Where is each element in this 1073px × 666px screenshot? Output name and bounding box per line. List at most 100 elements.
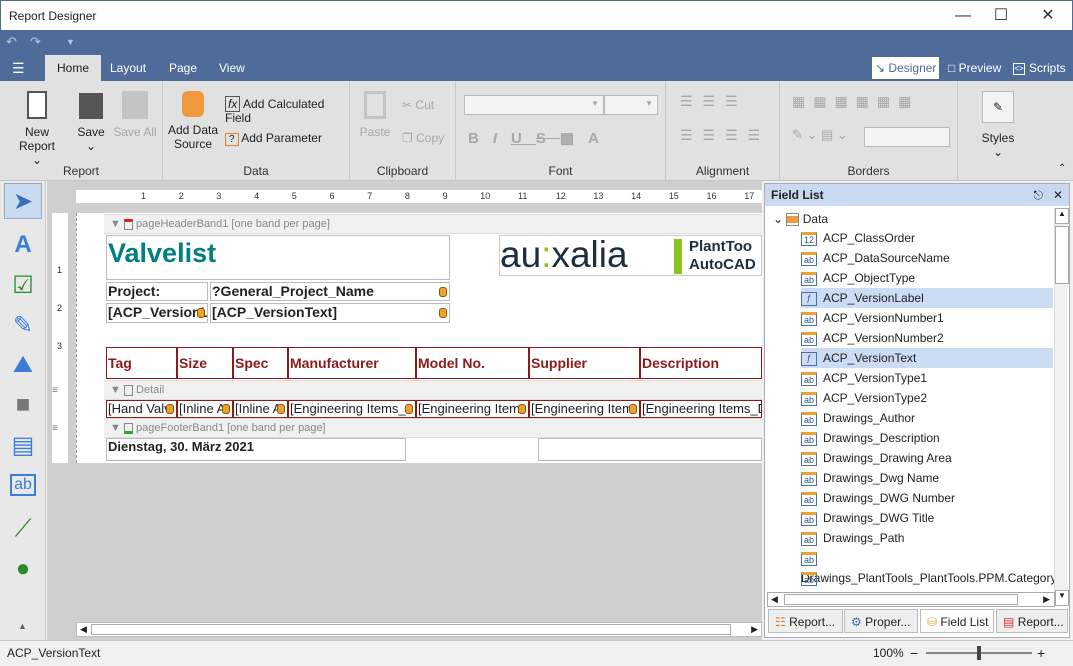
scroll-right-icon[interactable]: ▶: [1043, 594, 1050, 605]
picture-tool[interactable]: ⛰: [4, 347, 42, 383]
close-panel-icon[interactable]: ✕: [1053, 184, 1063, 206]
field-list-item[interactable]: 12 ACP_ClassOrder: [801, 228, 1053, 248]
redo-icon[interactable]: ↷: [30, 34, 41, 50]
save-button[interactable]: Save ⌄: [74, 91, 108, 153]
detail-cell[interactable]: [Engineering Items_D: [640, 400, 762, 418]
scroll-down-icon[interactable]: ▼: [1055, 590, 1069, 606]
border-color-icon[interactable]: ✎ ⌄ ▤ ⌄: [792, 127, 848, 143]
field-list-item[interactable]: ab Drawings_DWG Title: [801, 508, 1053, 528]
strikethrough-icon[interactable]: S: [536, 130, 560, 147]
scroll-thumb[interactable]: [784, 594, 1018, 605]
scroll-left-icon[interactable]: ◀: [80, 624, 87, 635]
underline-icon[interactable]: U: [511, 130, 536, 147]
field-list-item[interactable]: ab Drawings_DWG Number: [801, 488, 1053, 508]
vertical-scrollbar[interactable]: ▲ ▼: [1054, 208, 1069, 606]
richtext-tool[interactable]: ✎: [4, 307, 42, 343]
scripts-view-button[interactable]: <> Scripts: [1010, 57, 1069, 79]
label-tool[interactable]: A: [4, 227, 42, 263]
border-width-select[interactable]: [864, 127, 950, 147]
logo[interactable]: au:xalia PlantToo AutoCAD: [499, 235, 762, 276]
detail-cell[interactable]: [Hand Valv: [106, 400, 177, 418]
field-list-item[interactable]: ab Drawings_Dwg Name: [801, 468, 1053, 488]
scroll-left-icon[interactable]: ◀: [771, 594, 778, 605]
expand-icon[interactable]: ▼: [110, 384, 121, 396]
detail-cell[interactable]: [Engineering Items_: [288, 400, 416, 418]
column-header[interactable]: Tag: [106, 347, 177, 379]
scroll-thumb[interactable]: [91, 624, 731, 635]
collapse-ribbon-icon[interactable]: ⌃: [1058, 163, 1066, 174]
band-handle-icon[interactable]: ≡: [52, 423, 58, 434]
field-list-hscrollbar[interactable]: ◀ ▶: [767, 592, 1055, 607]
scroll-up-icon[interactable]: ▲: [1055, 208, 1069, 224]
font-name-select[interactable]: ▼: [464, 95, 604, 115]
version-text-field[interactable]: [ACP_VersionText]: [210, 303, 450, 323]
chevron-down-icon[interactable]: ⌄: [773, 212, 783, 226]
field-list-item[interactable]: ab ACP_DataSourceName: [801, 248, 1053, 268]
zoom-out-button[interactable]: −: [910, 641, 918, 665]
column-header[interactable]: Description: [640, 347, 762, 379]
add-data-source-button[interactable]: Add Data Source: [167, 91, 219, 151]
expand-icon[interactable]: ▼: [110, 422, 121, 434]
undo-icon[interactable]: ↶: [6, 34, 17, 50]
font-size-select[interactable]: ▼: [604, 95, 658, 115]
copy-button[interactable]: ❐ Copy: [402, 131, 444, 145]
save-all-button[interactable]: Save All: [112, 91, 158, 139]
detail-cell[interactable]: [Inline A: [177, 400, 233, 418]
detail-cell[interactable]: [Engineering Item: [416, 400, 529, 418]
column-header[interactable]: Model No.: [416, 347, 529, 379]
field-list-item[interactable]: ab Drawings_Path: [801, 528, 1053, 548]
field-list-item[interactable]: ab Drawings_Drawing Area: [801, 448, 1053, 468]
detail-cell[interactable]: [Inline A: [233, 400, 288, 418]
field-list-item[interactable]: ab ACP_VersionType2: [801, 388, 1053, 408]
bold-icon[interactable]: B: [468, 130, 493, 147]
scroll-right-icon[interactable]: ▶: [751, 624, 758, 635]
character-comb-tool[interactable]: ab: [4, 467, 42, 503]
new-report-button[interactable]: New Report ⌄: [6, 91, 68, 167]
field-list-item[interactable]: abDrawings_PlantTools_PlantTools.PPM.Cat…: [801, 548, 1056, 585]
field-list-item[interactable]: ab ACP_ObjectType: [801, 268, 1053, 288]
paste-button[interactable]: Paste: [358, 91, 392, 139]
column-header[interactable]: Spec: [233, 347, 288, 379]
tab-report-gallery[interactable]: ▤ Report...: [996, 609, 1068, 633]
document-list-icon[interactable]: ☰: [12, 60, 25, 77]
scroll-thumb[interactable]: [1055, 226, 1069, 284]
styles-button[interactable]: ✎ Styles ⌄: [978, 91, 1018, 159]
panel-tool[interactable]: ■: [4, 387, 42, 423]
horizontal-scrollbar[interactable]: ◀ ▶: [76, 622, 762, 637]
font-style-buttons[interactable]: BIUS▩A: [468, 129, 613, 147]
expand-icon[interactable]: ▼: [110, 218, 121, 230]
field-list-item[interactable]: ab ACP_VersionNumber1: [801, 308, 1053, 328]
add-parameter-button[interactable]: ? Add Parameter: [225, 131, 322, 146]
field-list-item[interactable]: ƒ ACP_VersionLabel: [801, 288, 1053, 308]
checkbox-tool[interactable]: ☑: [4, 267, 42, 303]
detail-cell[interactable]: [Engineering Item: [529, 400, 640, 418]
tree-node-data[interactable]: ⌄ Data: [773, 209, 828, 229]
version-label-field[interactable]: [ACP_VersionL: [106, 303, 208, 323]
horizontal-align-icons[interactable]: ☰☰☰☰: [680, 127, 770, 144]
preview-view-button[interactable]: □ Preview: [945, 57, 1004, 79]
field-list-item[interactable]: ab Drawings_Author: [801, 408, 1053, 428]
font-color-icon[interactable]: A: [588, 130, 613, 147]
add-calculated-field-button[interactable]: fx Add Calculated Field: [225, 96, 349, 125]
italic-icon[interactable]: I: [493, 130, 511, 147]
tab-field-list[interactable]: ⛁ Field List: [920, 609, 994, 633]
tab-page[interactable]: Page: [157, 55, 209, 81]
line-tool[interactable]: ⟋: [4, 511, 42, 547]
qat-dropdown-icon[interactable]: ▼: [66, 37, 75, 47]
footer-date[interactable]: Dienstag, 30. März 2021: [106, 438, 406, 461]
zoom-slider[interactable]: [926, 646, 1032, 660]
column-header[interactable]: Supplier: [529, 347, 640, 379]
tab-report-explorer[interactable]: ☷ Report...: [768, 609, 843, 633]
page-footer-band[interactable]: ▼ pageFooterBand1 [one band per page]: [104, 418, 762, 438]
pin-icon[interactable]: ⎋: [1034, 184, 1044, 206]
project-value-field[interactable]: ?General_Project_Name: [210, 282, 450, 301]
column-header[interactable]: Manufacturer: [288, 347, 416, 379]
field-list-item[interactable]: ab ACP_VersionType1: [801, 368, 1053, 388]
shape-tool[interactable]: ●: [4, 551, 42, 587]
tab-view[interactable]: View: [207, 55, 257, 81]
report-title[interactable]: Valvelist: [106, 235, 450, 280]
highlight-icon[interactable]: ▩: [560, 130, 588, 147]
tab-home[interactable]: Home: [45, 55, 102, 81]
tab-layout[interactable]: Layout: [98, 55, 158, 81]
field-list-item[interactable]: ƒ ACP_VersionText: [801, 348, 1053, 368]
